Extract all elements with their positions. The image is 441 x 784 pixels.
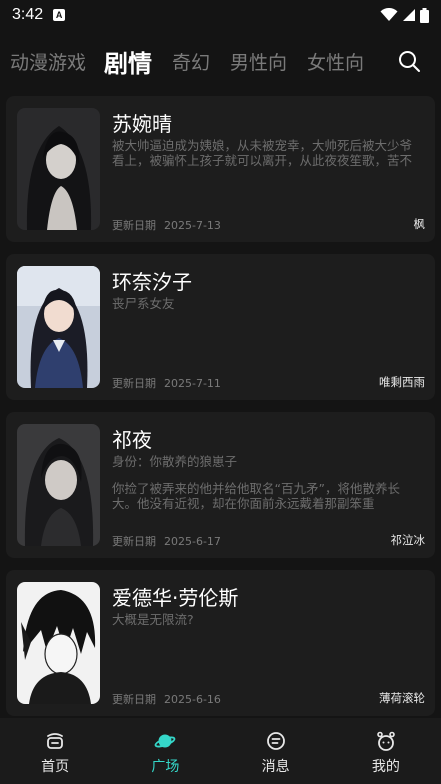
update-date-value: 2025-7-13 (164, 219, 221, 232)
update-date-value: 2025-7-11 (164, 377, 221, 390)
tab-male-oriented[interactable]: 男性向 (230, 48, 287, 75)
home-icon (47, 733, 64, 749)
character-card[interactable]: 环奈汐子 丧尸系女友 更新日期 2025-7-11 唯剩西雨 (6, 254, 435, 400)
character-avatar (17, 108, 100, 230)
author-name[interactable]: 薄荷滚轮 (379, 690, 425, 706)
status-indicators (380, 7, 429, 23)
character-name: 祁夜 (112, 428, 152, 452)
update-date: 更新日期 2025-7-13 (112, 217, 221, 233)
update-date-label: 更新日期 (112, 535, 156, 548)
author-name[interactable]: 枫 (414, 216, 426, 232)
message-icon (266, 732, 285, 750)
profile-icon (377, 731, 395, 751)
character-name: 爱德华·劳伦斯 (112, 586, 239, 610)
portrait-image (17, 108, 100, 230)
nav-plaza-label: 广场 (151, 759, 180, 775)
update-date: 更新日期 2025-6-17 (112, 533, 221, 549)
update-date-label: 更新日期 (112, 693, 156, 706)
tab-female-oriented[interactable]: 女性向 (307, 48, 364, 75)
identity-text: 身份：你散养的狼崽子 (112, 454, 238, 469)
battery-icon (420, 7, 429, 23)
author-name[interactable]: 祁泣冰 (391, 532, 426, 548)
character-card[interactable]: 苏婉晴 被大帅逼迫成为姨娘，从未被宠幸，大帅死后被大少爷看上，被骗怀上孩子就可以… (6, 96, 435, 242)
nav-plaza[interactable]: 广场 (110, 718, 220, 784)
nav-profile[interactable]: 我的 (331, 718, 441, 784)
character-list: 苏婉晴 被大帅逼迫成为姨娘，从未被宠幸，大帅死后被大少爷看上，被骗怀上孩子就可以… (6, 96, 435, 728)
nav-messages-label: 消息 (261, 759, 290, 775)
character-card[interactable]: 祁夜 身份：你散养的狼崽子 你捡了被弄来的他并给他取名“百九矛”，将他散养长大。… (6, 412, 435, 558)
character-name: 苏婉晴 (112, 112, 172, 136)
update-date-value: 2025-6-17 (164, 535, 221, 548)
nav-profile-label: 我的 (371, 759, 400, 775)
status-time: 3:42 (12, 6, 44, 23)
tab-story[interactable]: 剧情 (104, 44, 152, 79)
character-description: 被大帅逼迫成为姨娘，从未被宠幸，大帅死后被大少爷看上，被骗怀上孩子就可以离开，从… (112, 138, 424, 168)
category-tabs: 动漫游戏 剧情 奇幻 男性向 女性向 (0, 38, 441, 84)
description-text: 你捡了被弄来的他并给他取名“百九矛”，将他散养长大。他没有近视，却在你面前永远戴… (112, 481, 400, 511)
character-description: 身份：你散养的狼崽子 你捡了被弄来的他并给他取名“百九矛”，将他散养长大。他没有… (112, 454, 424, 511)
update-date: 更新日期 2025-7-11 (112, 375, 221, 391)
app-notification-icon: A (53, 9, 66, 21)
nav-messages[interactable]: 消息 (221, 718, 331, 784)
update-date-value: 2025-6-16 (164, 693, 221, 706)
search-icon[interactable] (397, 49, 421, 73)
description-text: 被大帅逼迫成为姨娘，从未被宠幸，大帅死后被大少爷看上，被骗怀上孩子就可以离开，从… (112, 138, 413, 168)
portrait-image (17, 266, 100, 388)
tab-anime-games[interactable]: 动漫游戏 (10, 48, 86, 75)
nav-home[interactable]: 首页 (0, 718, 110, 784)
description-text: 大概是无限流? (112, 612, 194, 627)
wifi-icon (380, 8, 398, 21)
character-avatar (17, 266, 100, 388)
status-bar: 3:42 A (0, 0, 441, 30)
character-name: 环奈汐子 (112, 270, 192, 294)
character-description: 丧尸系女友 (112, 296, 424, 326)
description-text: 丧尸系女友 (112, 296, 175, 311)
character-avatar (17, 582, 100, 704)
cellular-signal-icon (403, 9, 415, 21)
update-date-label: 更新日期 (112, 219, 156, 232)
portrait-image (17, 424, 100, 546)
tab-fantasy[interactable]: 奇幻 (172, 48, 210, 75)
nav-home-label: 首页 (41, 759, 70, 775)
character-card[interactable]: 爱德华·劳伦斯 大概是无限流? 更新日期 2025-6-16 薄荷滚轮 (6, 570, 435, 716)
author-name[interactable]: 唯剩西雨 (379, 374, 425, 390)
update-date-label: 更新日期 (112, 377, 156, 390)
bottom-navigation: 首页 广场 消息 我的 (0, 718, 441, 784)
portrait-image (17, 582, 100, 704)
character-description: 大概是无限流? (112, 612, 424, 642)
update-date: 更新日期 2025-6-16 (112, 691, 221, 707)
character-avatar (17, 424, 100, 546)
planet-icon (155, 734, 176, 748)
